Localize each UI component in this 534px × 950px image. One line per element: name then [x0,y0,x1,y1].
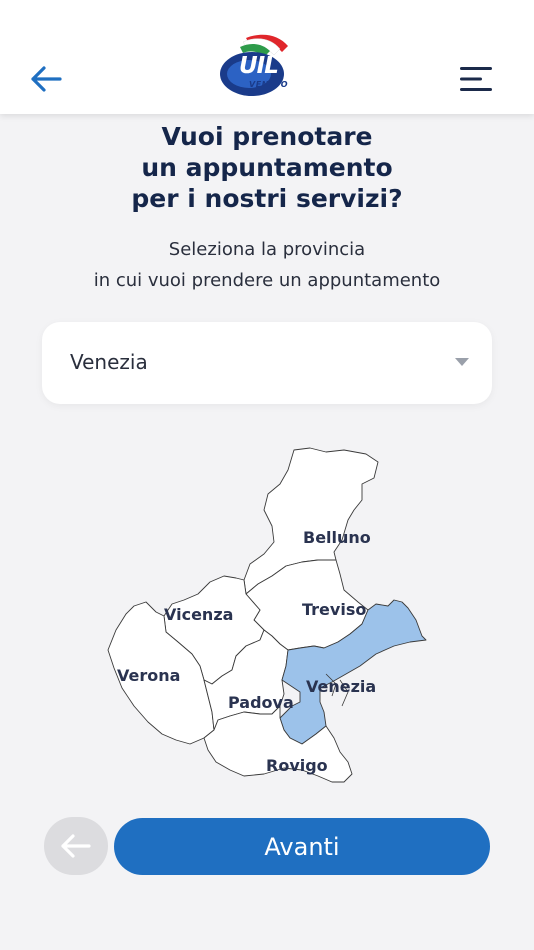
next-button[interactable]: Avanti [114,818,490,875]
arrow-left-icon [31,66,62,92]
map-label-padova: Padova [228,693,294,712]
back-button[interactable] [28,62,64,96]
map-label-rovigo: Rovigo [266,756,328,775]
caret-down-icon [455,358,469,366]
hamburger-icon [460,67,492,91]
page-title: Vuoi prenotare un appuntamento per i nos… [0,121,534,214]
map-label-treviso: Treviso [302,600,366,619]
title-line: un appuntamento [141,153,393,182]
menu-button[interactable] [458,66,494,92]
map-label-vicenza: Vicenza [164,605,233,624]
title-line: per i nostri servizi? [131,184,403,213]
map-label-belluno: Belluno [303,528,371,547]
province-select[interactable]: Venezia [42,322,492,404]
app-header: UIL VENETO [0,0,534,114]
subtitle-line: Seleziona la provincia [168,239,366,260]
logo-title: UIL [239,53,279,79]
arrow-left-icon [61,834,91,858]
province-select-value: Venezia [70,350,148,374]
map-label-venezia: Venezia [306,677,376,696]
logo-subtitle: VENETO [249,80,289,89]
page-subtitle: Seleziona la provincia in cui vuoi prend… [0,234,534,296]
previous-step-button[interactable] [44,817,108,875]
title-line: Vuoi prenotare [161,122,373,151]
subtitle-line: in cui vuoi prendere un appuntamento [93,270,441,291]
veneto-map: Belluno Vicenza Treviso Verona Venezia P… [107,447,427,783]
map-label-verona: Verona [117,666,180,685]
